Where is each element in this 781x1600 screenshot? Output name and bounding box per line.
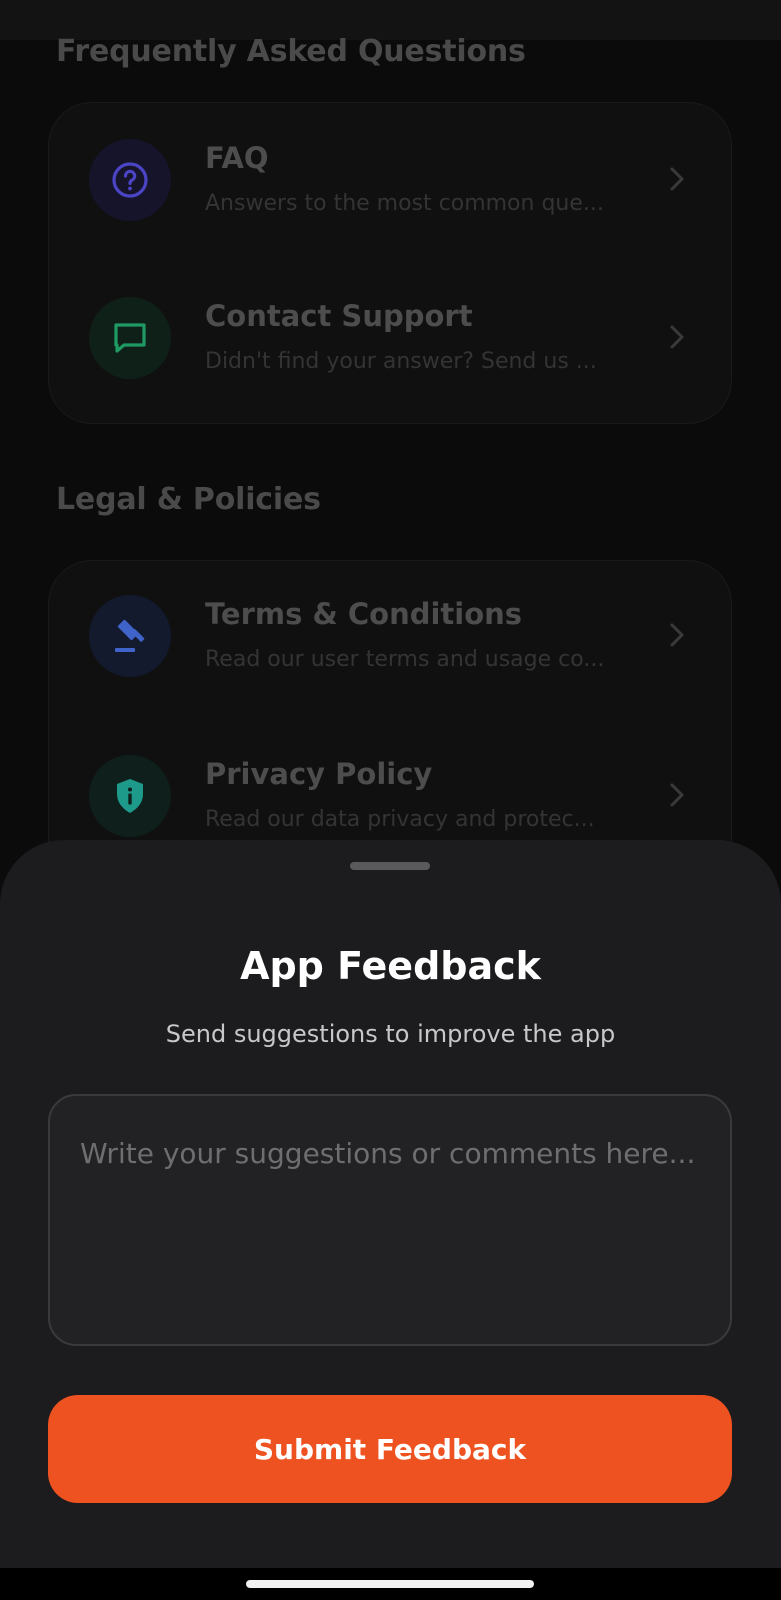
system-nav-bar [0,1568,781,1600]
home-indicator[interactable] [246,1580,534,1588]
sheet-subtitle: Send suggestions to improve the app [165,1020,616,1048]
feedback-textarea[interactable] [48,1094,732,1346]
feedback-bottom-sheet: App Feedback Send suggestions to improve… [0,840,781,1568]
submit-feedback-button[interactable]: Submit Feedback [48,1395,732,1503]
sheet-title: App Feedback [240,944,541,988]
sheet-drag-handle[interactable] [350,862,430,870]
screen: Frequently Asked Questions FAQ Answers t… [0,0,781,1600]
